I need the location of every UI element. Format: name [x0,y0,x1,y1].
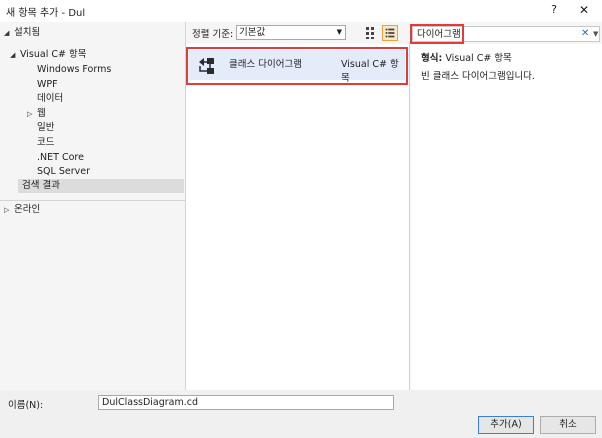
tree-item-wpf[interactable]: WPF [37,78,58,92]
title-bar: 새 항목 추가 - Dul ? ✕ [0,0,602,22]
template-highlight-box [186,47,408,85]
category-tree: ◢ 설치됨 ◢ Visual C# 항목 Windows Forms WPF 데이터… [0,22,186,390]
details-type-row: 형식: Visual C# 항목 [421,52,512,66]
details-panel: 형식: Visual C# 항목 빈 클래스 다이어그램입니다. [411,44,602,390]
details-description: 빈 클래스 다이어그램입니다. [421,71,535,82]
collapsed-arrow-icon: ▷ [4,206,10,214]
sort-label: 정렬 기준: [192,29,234,40]
tree-divider [0,200,186,201]
tree-item-net-core[interactable]: .NET Core [37,151,84,165]
sort-dropdown[interactable]: 기본값 ▼ [236,25,346,40]
search-highlight-box [410,24,464,44]
close-button[interactable]: ✕ [576,2,592,18]
template-list: 클래스 다이어그램 Visual C# 항목 [186,44,410,390]
footer-bar: 이름(N): DulClassDiagram.cd 추가(A) 취소 [0,390,602,438]
name-label: 이름(N): [8,400,44,411]
tree-item-installed[interactable]: ◢ 설치됨 [4,26,40,40]
tree-item-data[interactable]: 데이터 [37,92,63,106]
list-view-icon[interactable] [382,25,398,41]
tree-item-online[interactable]: ▷ 온라인 [4,203,40,217]
details-type-label: 형식: [421,53,443,64]
help-button[interactable]: ? [546,2,562,18]
tree-item-windows-forms[interactable]: Windows Forms [37,63,111,77]
expanded-arrow-icon: ◢ [4,29,10,37]
name-field[interactable]: DulClassDiagram.cd [98,395,394,410]
add-button[interactable]: 추가(A) [478,416,534,434]
details-type-value: Visual C# 항목 [445,53,512,64]
grid-view-icon[interactable] [364,25,379,40]
collapsed-arrow-icon: ▷ [27,110,33,118]
search-dropdown-arrow-icon[interactable]: ▼ [593,27,598,41]
expanded-arrow-icon: ◢ [10,51,16,59]
tree-item-sql-server[interactable]: SQL Server [37,165,90,179]
dropdown-arrow-icon: ▼ [336,28,342,36]
tree-item-general[interactable]: 일반 [37,121,54,135]
tree-item-visual-csharp[interactable]: ◢ Visual C# 항목 [10,48,86,62]
window-title: 새 항목 추가 - Dul [6,8,86,19]
clear-search-icon[interactable]: ✕ [581,27,589,41]
tree-item-search-results[interactable]: 검색 결과 [18,179,184,193]
tree-item-web[interactable]: ▷ 웹 [27,107,46,121]
tree-item-code[interactable]: 코드 [37,136,54,150]
cancel-button[interactable]: 취소 [540,416,596,434]
